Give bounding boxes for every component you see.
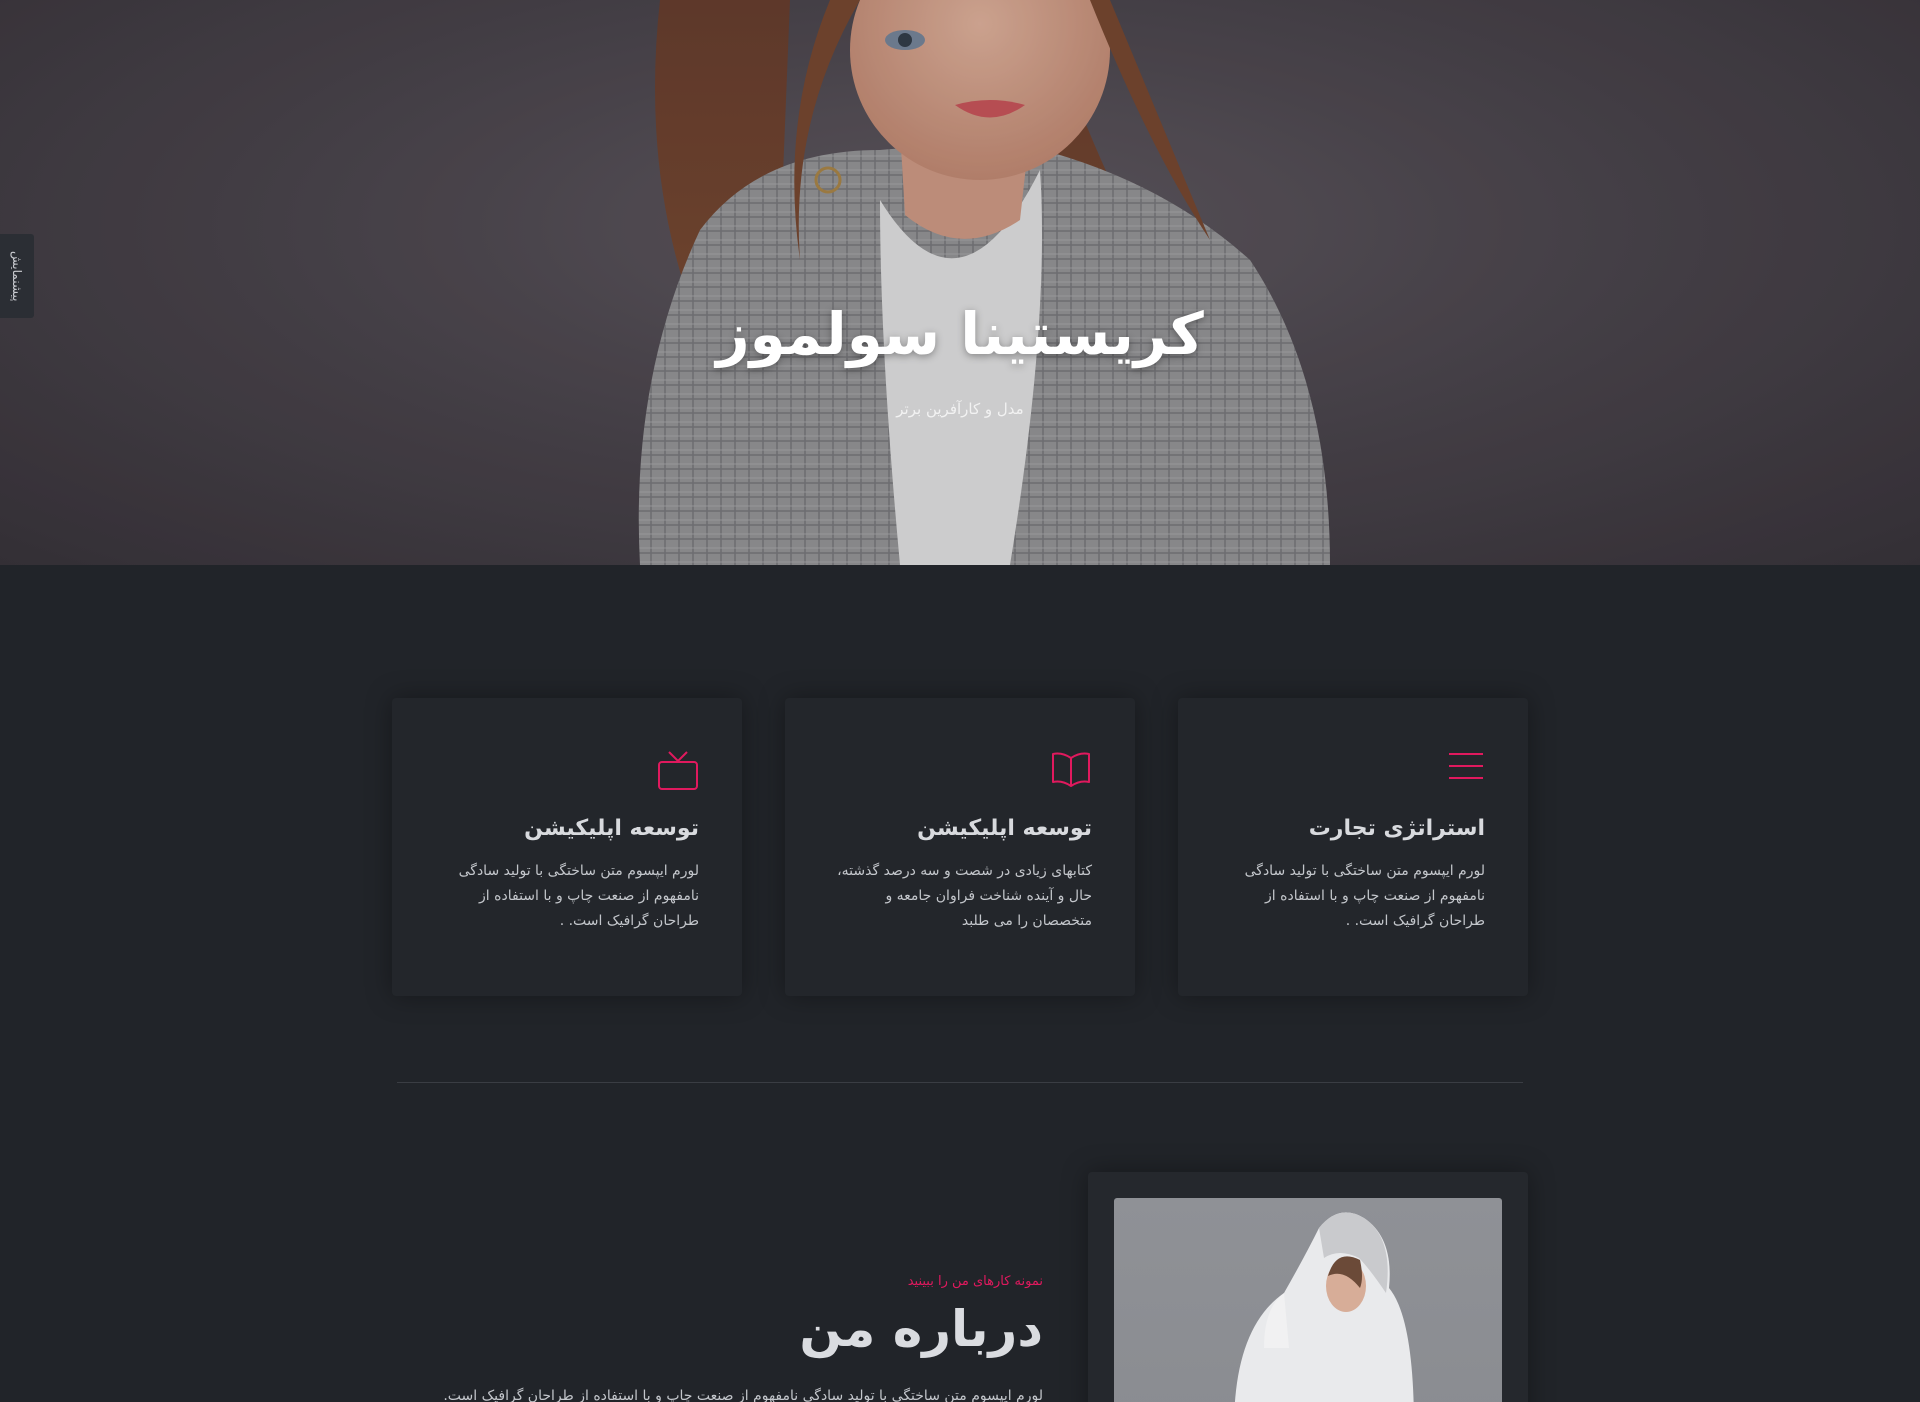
service-card: استراتژی تجارت لورم ایپسوم متن ساختگی با… [1178, 698, 1528, 996]
hero-subtitle: مدل و کارآفرین برتر [896, 400, 1024, 418]
service-card-title: استراتژی تجارت [1308, 816, 1485, 841]
menu-lines-icon [1221, 750, 1485, 796]
tv-icon [435, 750, 699, 796]
service-card-text: لورم ایپسوم متن ساختگی با تولید سادگی نا… [1244, 863, 1485, 929]
hero-title: کریستینا سولموز [716, 300, 1204, 368]
preview-side-tab-label: پیشنمایش [10, 250, 24, 302]
about-title: درباره من [799, 1300, 1043, 1358]
hero-overlay [0, 0, 1920, 565]
service-card-text: لورم ایپسوم متن ساختگی با تولید سادگی نا… [458, 863, 699, 929]
hero-section: کریستینا سولموز مدل و کارآفرین برتر [0, 0, 1920, 565]
section-divider [397, 1082, 1523, 1083]
about-text: لورم ایپسوم متن ساختگی با تولید سادگی نا… [443, 1388, 1043, 1402]
about-kicker: نمونه کارهای من را ببینید [907, 1274, 1043, 1289]
about-photo-image [1114, 1198, 1502, 1402]
service-card-text: کتابهای زیادی در شصت و سه درصد گذشته، حا… [837, 863, 1092, 929]
services-section: استراتژی تجارت لورم ایپسوم متن ساختگی با… [392, 698, 1528, 996]
service-card: توسعه اپلیکیشن لورم ایپسوم متن ساختگی با… [392, 698, 742, 996]
service-card: توسعه اپلیکیشن کتابهای زیادی در شصت و سه… [785, 698, 1135, 996]
open-book-icon [828, 750, 1092, 796]
service-card-title: توسعه اپلیکیشن [917, 816, 1092, 841]
service-card-title: توسعه اپلیکیشن [524, 816, 699, 841]
preview-side-tab[interactable]: پیشنمایش [0, 234, 34, 318]
